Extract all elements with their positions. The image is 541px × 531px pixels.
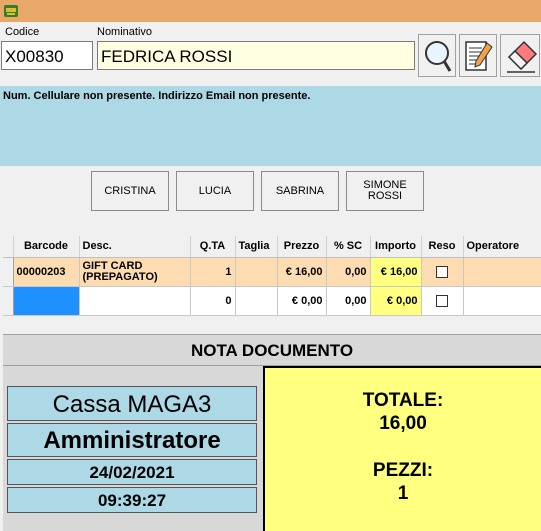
desc-cell[interactable]: GIFT CARD (PREPAGATO) xyxy=(79,257,191,287)
column-header-desc[interactable]: Desc. xyxy=(79,236,191,258)
search-button[interactable] xyxy=(418,34,456,77)
column-header-reso[interactable]: Reso xyxy=(421,236,464,258)
cash-register-info: Cassa MAGA3 Amministratore 24/02/2021 09… xyxy=(7,386,257,515)
operatore-cell[interactable] xyxy=(463,286,541,316)
nominativo-field[interactable]: FEDRICA ROSSI xyxy=(97,41,415,70)
operator-button-lucia[interactable]: LUCIA xyxy=(176,171,254,211)
user-label: Amministratore xyxy=(7,423,257,457)
app-logo-icon xyxy=(4,5,18,17)
qta-cell[interactable]: 0 xyxy=(190,286,236,316)
clear-button[interactable] xyxy=(500,34,540,77)
column-header-qta[interactable]: Q.TA xyxy=(190,236,236,258)
search-icon xyxy=(425,41,452,72)
importo-cell[interactable]: € 0,00 xyxy=(370,286,422,316)
reso-checkbox[interactable] xyxy=(436,294,448,307)
totals-panel: TOTALE: 16,00 PEZZI: 1 xyxy=(263,366,541,531)
column-header-importo[interactable]: Importo xyxy=(370,236,422,258)
barcode-cell[interactable] xyxy=(13,286,80,316)
pezzi-value: 1 xyxy=(397,483,409,504)
totale-value: 16,00 xyxy=(379,413,427,434)
cassa-label: Cassa MAGA3 xyxy=(7,386,257,421)
importo-cell[interactable]: € 16,00 xyxy=(370,257,422,287)
row-header[interactable] xyxy=(3,286,14,316)
edit-document-icon xyxy=(465,41,493,71)
taglia-cell[interactable] xyxy=(235,286,278,316)
operatore-cell[interactable] xyxy=(463,257,541,287)
title-bar xyxy=(0,0,541,22)
sc-cell[interactable]: 0,00 xyxy=(326,257,371,287)
codice-field[interactable]: X00830 xyxy=(1,41,93,70)
nota-documento-bar[interactable]: NOTA DOCUMENTO xyxy=(3,334,541,366)
time-label: 09:39:27 xyxy=(7,487,257,513)
totale-label: TOTALE: xyxy=(362,390,444,411)
message-text: Num. Cellulare non presente. Indirizzo E… xyxy=(3,90,311,102)
column-header-barcode[interactable]: Barcode xyxy=(13,236,80,258)
row-header[interactable] xyxy=(3,257,14,287)
bottom-panel: NOTA DOCUMENTO Cassa MAGA3 Amministrator… xyxy=(3,334,541,531)
date-label: 24/02/2021 xyxy=(7,459,257,485)
column-header-operatore[interactable]: Operatore xyxy=(463,236,541,258)
grid-header: Barcode Desc. Q.TA Taglia Prezzo % SC Im… xyxy=(3,236,541,258)
column-header-taglia[interactable]: Taglia xyxy=(235,236,278,258)
reso-cell[interactable] xyxy=(421,286,464,316)
desc-text: GIFT CARD (PREPAGATO) xyxy=(82,259,158,283)
operator-button-cristina[interactable]: CRISTINA xyxy=(91,171,169,211)
prezzo-cell[interactable]: € 16,00 xyxy=(277,257,327,287)
sc-cell[interactable]: 0,00 xyxy=(326,286,371,316)
table-row[interactable]: 00000203 GIFT CARD (PREPAGATO) 1 € 16,00… xyxy=(3,257,541,287)
table-row[interactable]: 0 € 0,00 0,00 € 0,00 xyxy=(3,286,541,316)
pezzi-label: PEZZI: xyxy=(372,460,434,481)
column-header-sc[interactable]: % SC xyxy=(326,236,371,258)
operator-button-sabrina[interactable]: SABRINA xyxy=(261,171,339,211)
desc-cell[interactable] xyxy=(79,286,191,316)
barcode-cell[interactable]: 00000203 xyxy=(13,257,80,287)
column-header-prezzo[interactable]: Prezzo xyxy=(277,236,327,258)
nominativo-label: Nominativo xyxy=(97,26,153,38)
prezzo-cell[interactable]: € 0,00 xyxy=(277,286,327,316)
codice-label: Codice xyxy=(5,26,40,38)
grid-corner xyxy=(3,236,14,258)
taglia-cell[interactable] xyxy=(235,257,278,287)
operator-button-simone-rossi[interactable]: SIMONE ROSSI xyxy=(346,171,424,211)
reso-cell[interactable] xyxy=(421,257,464,287)
edit-button[interactable] xyxy=(459,34,497,77)
sales-grid: Barcode Desc. Q.TA Taglia Prezzo % SC Im… xyxy=(3,236,541,316)
reso-checkbox[interactable] xyxy=(436,265,448,278)
message-panel: Num. Cellulare non presente. Indirizzo E… xyxy=(0,86,541,166)
qta-cell[interactable]: 1 xyxy=(190,257,236,287)
eraser-icon xyxy=(507,40,538,73)
